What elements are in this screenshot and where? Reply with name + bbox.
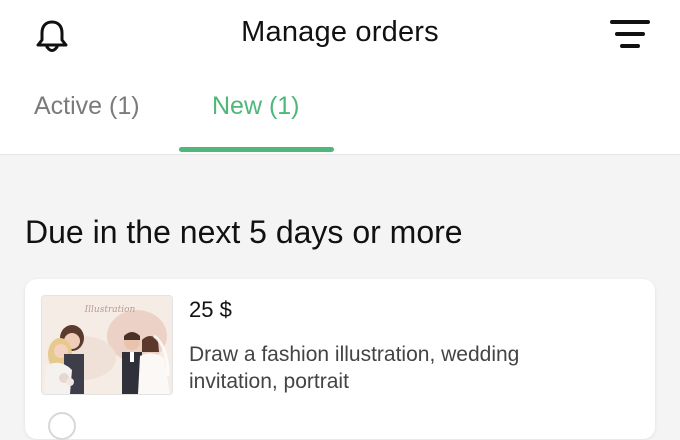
filter-menu-icon[interactable] — [608, 18, 652, 52]
order-price: 25 $ — [189, 297, 232, 322]
order-description: Draw a fashion illustration, wedding inv… — [189, 343, 520, 393]
wedding-illustration-image: Illustration — [42, 296, 172, 394]
page-title: Manage orders — [241, 16, 439, 48]
section-heading: Due in the next 5 days or more — [25, 214, 463, 250]
order-card[interactable]: Illustration 25 $ Draw a fashion illustr… — [25, 279, 655, 439]
tab-new[interactable]: New (1) — [212, 92, 300, 121]
tab-selected-indicator — [179, 147, 334, 152]
order-thumbnail: Illustration — [41, 295, 173, 395]
avatar — [48, 412, 76, 440]
thumbnail-script-text: Illustration — [84, 305, 136, 315]
tab-active[interactable]: Active (1) — [34, 92, 140, 121]
top-bar: Manage orders Active (1) New (1) — [0, 0, 680, 155]
